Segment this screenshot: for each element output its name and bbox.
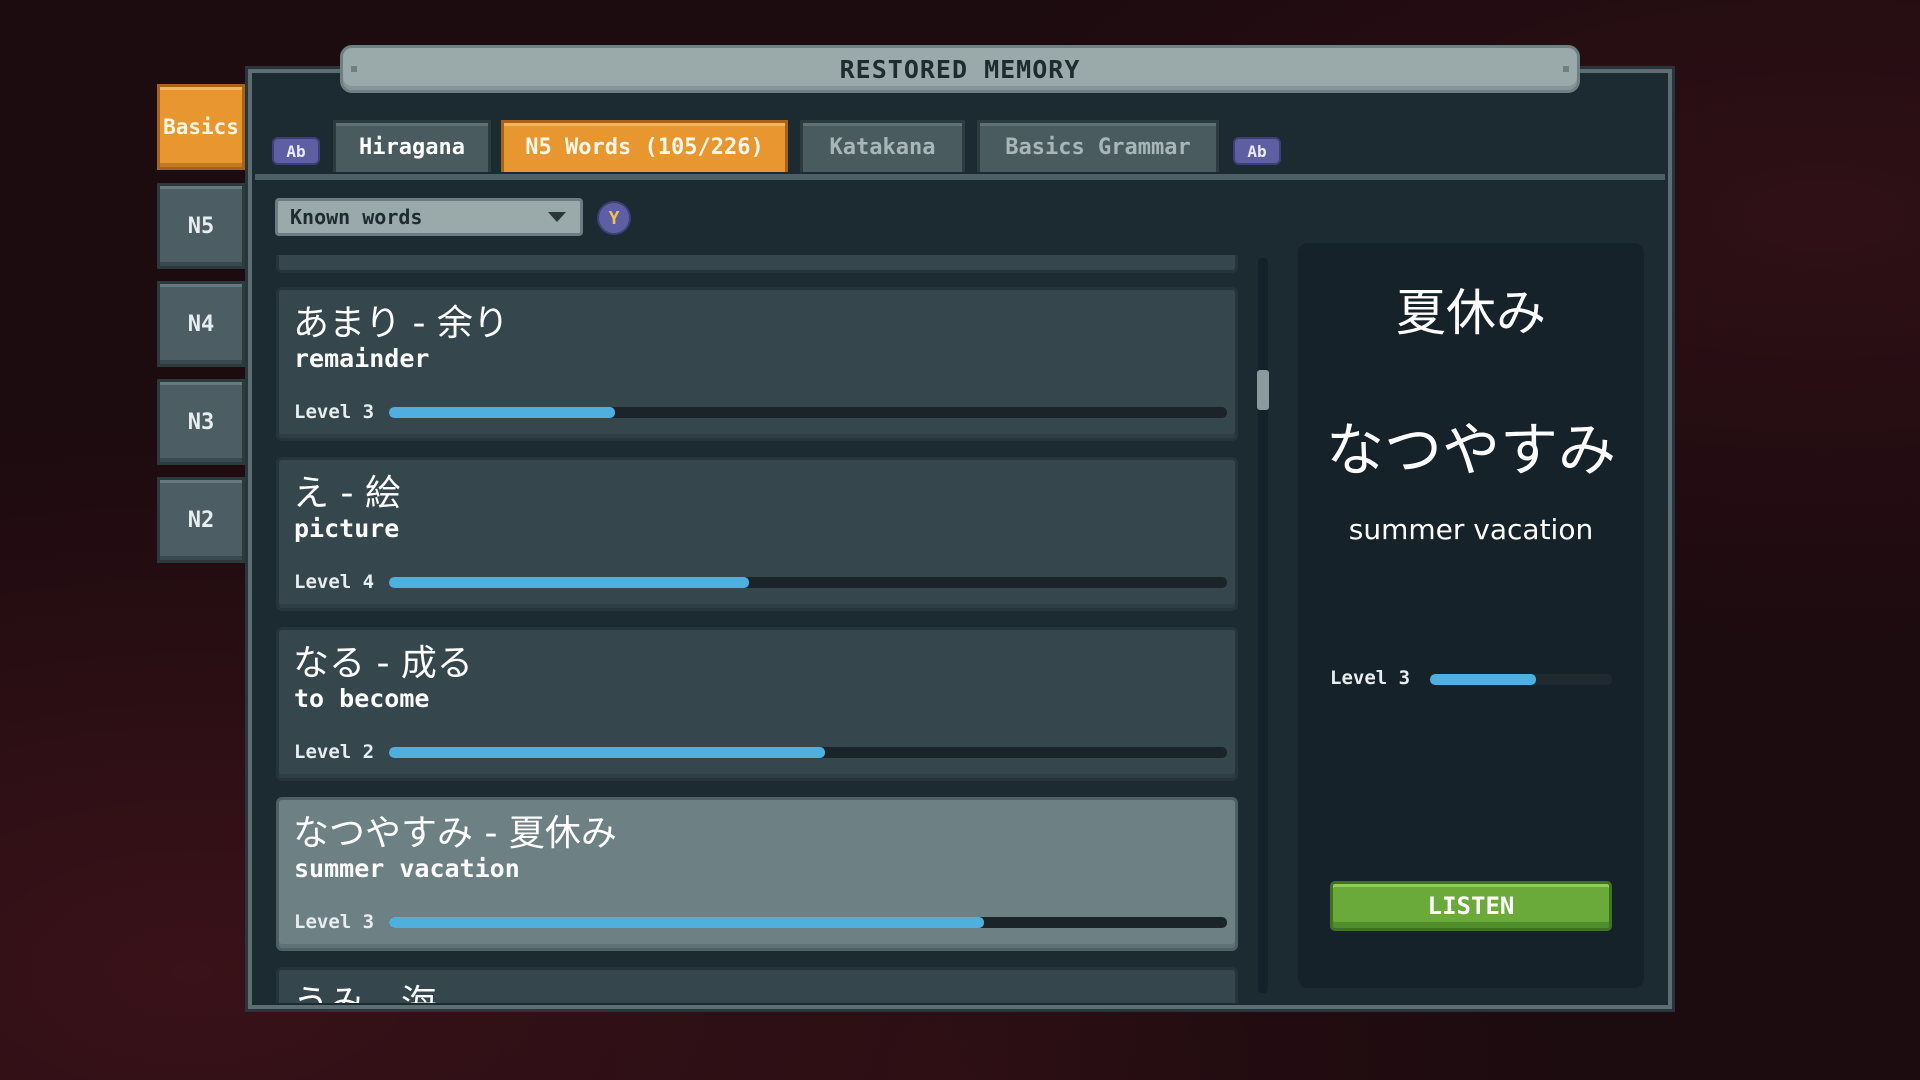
word-text: なつやすみ - 夏休み — [293, 813, 617, 854]
filter-dropdown[interactable]: Known words — [275, 198, 583, 236]
chevron-down-icon — [548, 212, 566, 222]
detail-progress-bar — [1430, 674, 1612, 685]
level-progress-bar — [389, 577, 1227, 588]
rivet-icon — [351, 66, 357, 72]
detail-progress-fill — [1430, 674, 1536, 685]
next-tab-key-icon[interactable]: Ab — [1233, 137, 1281, 165]
word-text: うみ - 海 — [293, 974, 437, 1003]
window-title-bar: RESTORED MEMORY — [340, 45, 1580, 93]
level-progress-bar — [389, 407, 1227, 418]
side-tab-basics[interactable]: Basics — [157, 84, 245, 170]
level-progress-bar — [389, 747, 1227, 758]
side-tab-n3[interactable]: N3 — [157, 379, 245, 465]
word-meaning: picture — [294, 514, 400, 543]
word-meaning: remainder — [294, 344, 430, 373]
rivet-icon — [1563, 66, 1569, 72]
side-tab-n4[interactable]: N4 — [157, 281, 245, 367]
word-level: Level 3 — [294, 401, 375, 423]
word-meaning: summer vacation — [294, 854, 520, 883]
controller-button-icon[interactable]: Y — [597, 201, 631, 235]
level-progress-fill — [389, 917, 984, 928]
level-progress-fill — [389, 407, 616, 418]
list-item-partial-top — [276, 255, 1238, 273]
detail-kana: なつやすみ — [1325, 416, 1616, 484]
level-progress-fill — [389, 577, 750, 588]
word-level: Level 3 — [294, 911, 375, 933]
side-tab-n5[interactable]: N5 — [157, 183, 245, 269]
list-item[interactable]: あまり - 余り remainder Level 3 — [276, 287, 1238, 441]
list-item-selected[interactable]: なつやすみ - 夏休み summer vacation Level 3 — [276, 797, 1238, 951]
tab-hiragana[interactable]: Hiragana — [333, 120, 491, 172]
tab-katakana[interactable]: Katakana — [800, 120, 965, 172]
word-level: Level 2 — [294, 741, 375, 763]
side-tab-n2[interactable]: N2 — [157, 477, 245, 563]
detail-level: Level 3 — [1330, 667, 1411, 689]
list-item[interactable]: なる - 成る to become Level 2 — [276, 627, 1238, 781]
prev-tab-key-icon[interactable]: Ab — [272, 137, 320, 165]
list-item[interactable]: え - 絵 picture Level 4 — [276, 457, 1238, 611]
tab-n5-words[interactable]: N5 Words (105/226) — [501, 120, 788, 172]
word-detail-panel: 夏休み なつやすみ summer vacation Level 3 LISTEN — [1298, 243, 1644, 988]
word-text: え - 絵 — [293, 473, 401, 514]
scrollbar-thumb[interactable] — [1257, 370, 1269, 410]
tab-underline — [255, 174, 1665, 180]
game-screen: Basics N5 N4 N3 N2 RESTORED MEMORY Ab Hi… — [0, 0, 1920, 1080]
detail-meaning: summer vacation — [1348, 513, 1594, 546]
scrollbar-track[interactable] — [1258, 258, 1268, 993]
window-title: RESTORED MEMORY — [839, 54, 1081, 84]
word-text: なる - 成る — [293, 643, 473, 684]
level-progress-fill — [389, 747, 825, 758]
filter-selected-value: Known words — [290, 205, 423, 229]
list-item-partial-bottom[interactable]: うみ - 海 — [276, 967, 1238, 1003]
word-list: あまり - 余り remainder Level 3 え - 絵 picture… — [272, 255, 1242, 1003]
detail-kanji: 夏休み — [1396, 284, 1546, 342]
listen-button[interactable]: LISTEN — [1330, 881, 1612, 931]
word-level: Level 4 — [294, 571, 375, 593]
word-meaning: to become — [294, 684, 430, 713]
tab-basics-grammar[interactable]: Basics Grammar — [977, 120, 1219, 172]
word-text: あまり - 余り — [293, 303, 509, 344]
level-progress-bar — [389, 917, 1227, 928]
